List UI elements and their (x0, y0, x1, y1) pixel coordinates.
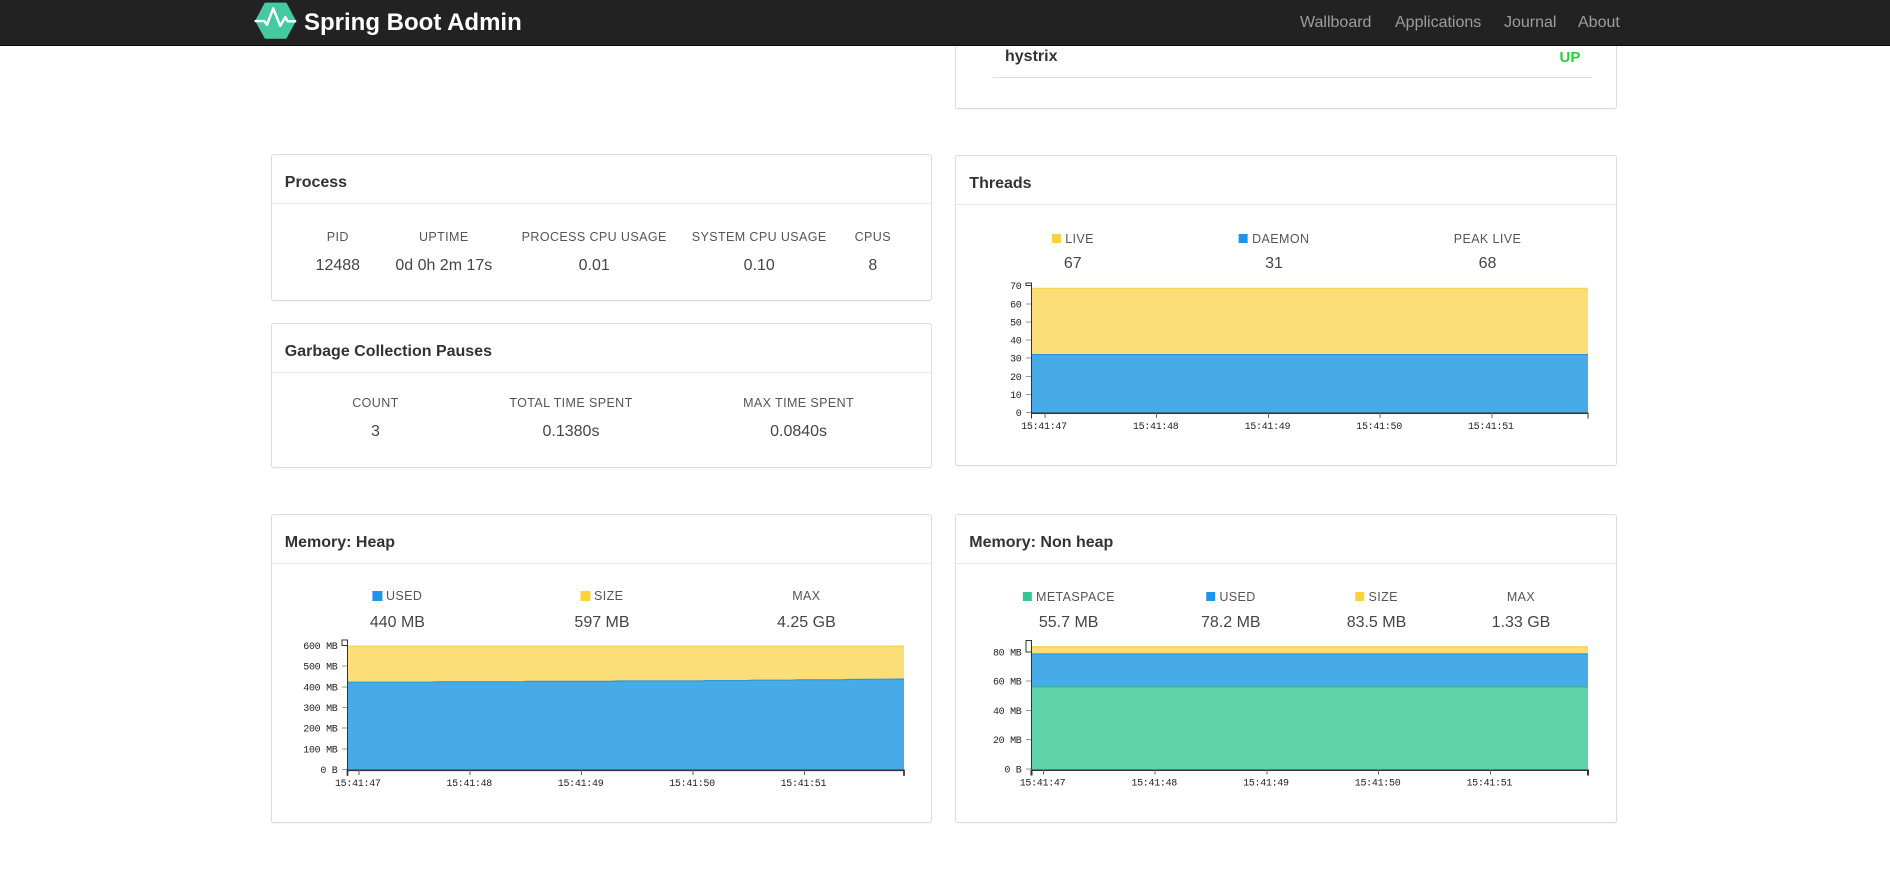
svg-text:0 B: 0 B (1005, 765, 1022, 776)
svg-text:600 MB: 600 MB (303, 642, 338, 653)
svg-text:60 MB: 60 MB (993, 678, 1022, 689)
svg-text:50: 50 (1010, 318, 1022, 329)
svg-text:15:41:49: 15:41:49 (558, 779, 604, 790)
svg-text:15:41:51: 15:41:51 (1467, 778, 1513, 789)
svg-text:15:41:50: 15:41:50 (669, 779, 715, 790)
svg-text:15:41:48: 15:41:48 (1132, 778, 1178, 789)
svg-text:20: 20 (1010, 372, 1022, 383)
svg-text:200 MB: 200 MB (303, 725, 338, 736)
svg-text:70: 70 (1010, 282, 1022, 293)
svg-text:15:41:50: 15:41:50 (1355, 778, 1401, 789)
svg-text:30: 30 (1010, 354, 1022, 365)
svg-text:15:41:47: 15:41:47 (1021, 422, 1067, 433)
svg-text:400 MB: 400 MB (303, 683, 338, 694)
svg-text:15:41:47: 15:41:47 (1020, 778, 1066, 789)
svg-text:300 MB: 300 MB (303, 704, 338, 715)
svg-text:80 MB: 80 MB (993, 648, 1022, 659)
svg-text:15:41:51: 15:41:51 (1468, 422, 1514, 433)
svg-text:15:41:48: 15:41:48 (446, 779, 492, 790)
svg-text:15:41:50: 15:41:50 (1357, 422, 1403, 433)
svg-text:15:41:51: 15:41:51 (780, 779, 826, 790)
svg-text:20 MB: 20 MB (993, 736, 1022, 747)
svg-text:40 MB: 40 MB (993, 707, 1022, 718)
svg-text:15:41:48: 15:41:48 (1133, 422, 1179, 433)
svg-text:15:41:49: 15:41:49 (1245, 422, 1291, 433)
svg-text:15:41:49: 15:41:49 (1243, 778, 1289, 789)
svg-text:60: 60 (1010, 300, 1022, 311)
svg-text:0 B: 0 B (320, 766, 337, 777)
svg-text:500 MB: 500 MB (303, 663, 338, 674)
svg-text:10: 10 (1010, 390, 1022, 401)
svg-text:40: 40 (1010, 336, 1022, 347)
svg-text:15:41:47: 15:41:47 (335, 779, 381, 790)
svg-text:100 MB: 100 MB (303, 745, 338, 756)
svg-text:0: 0 (1016, 408, 1022, 419)
